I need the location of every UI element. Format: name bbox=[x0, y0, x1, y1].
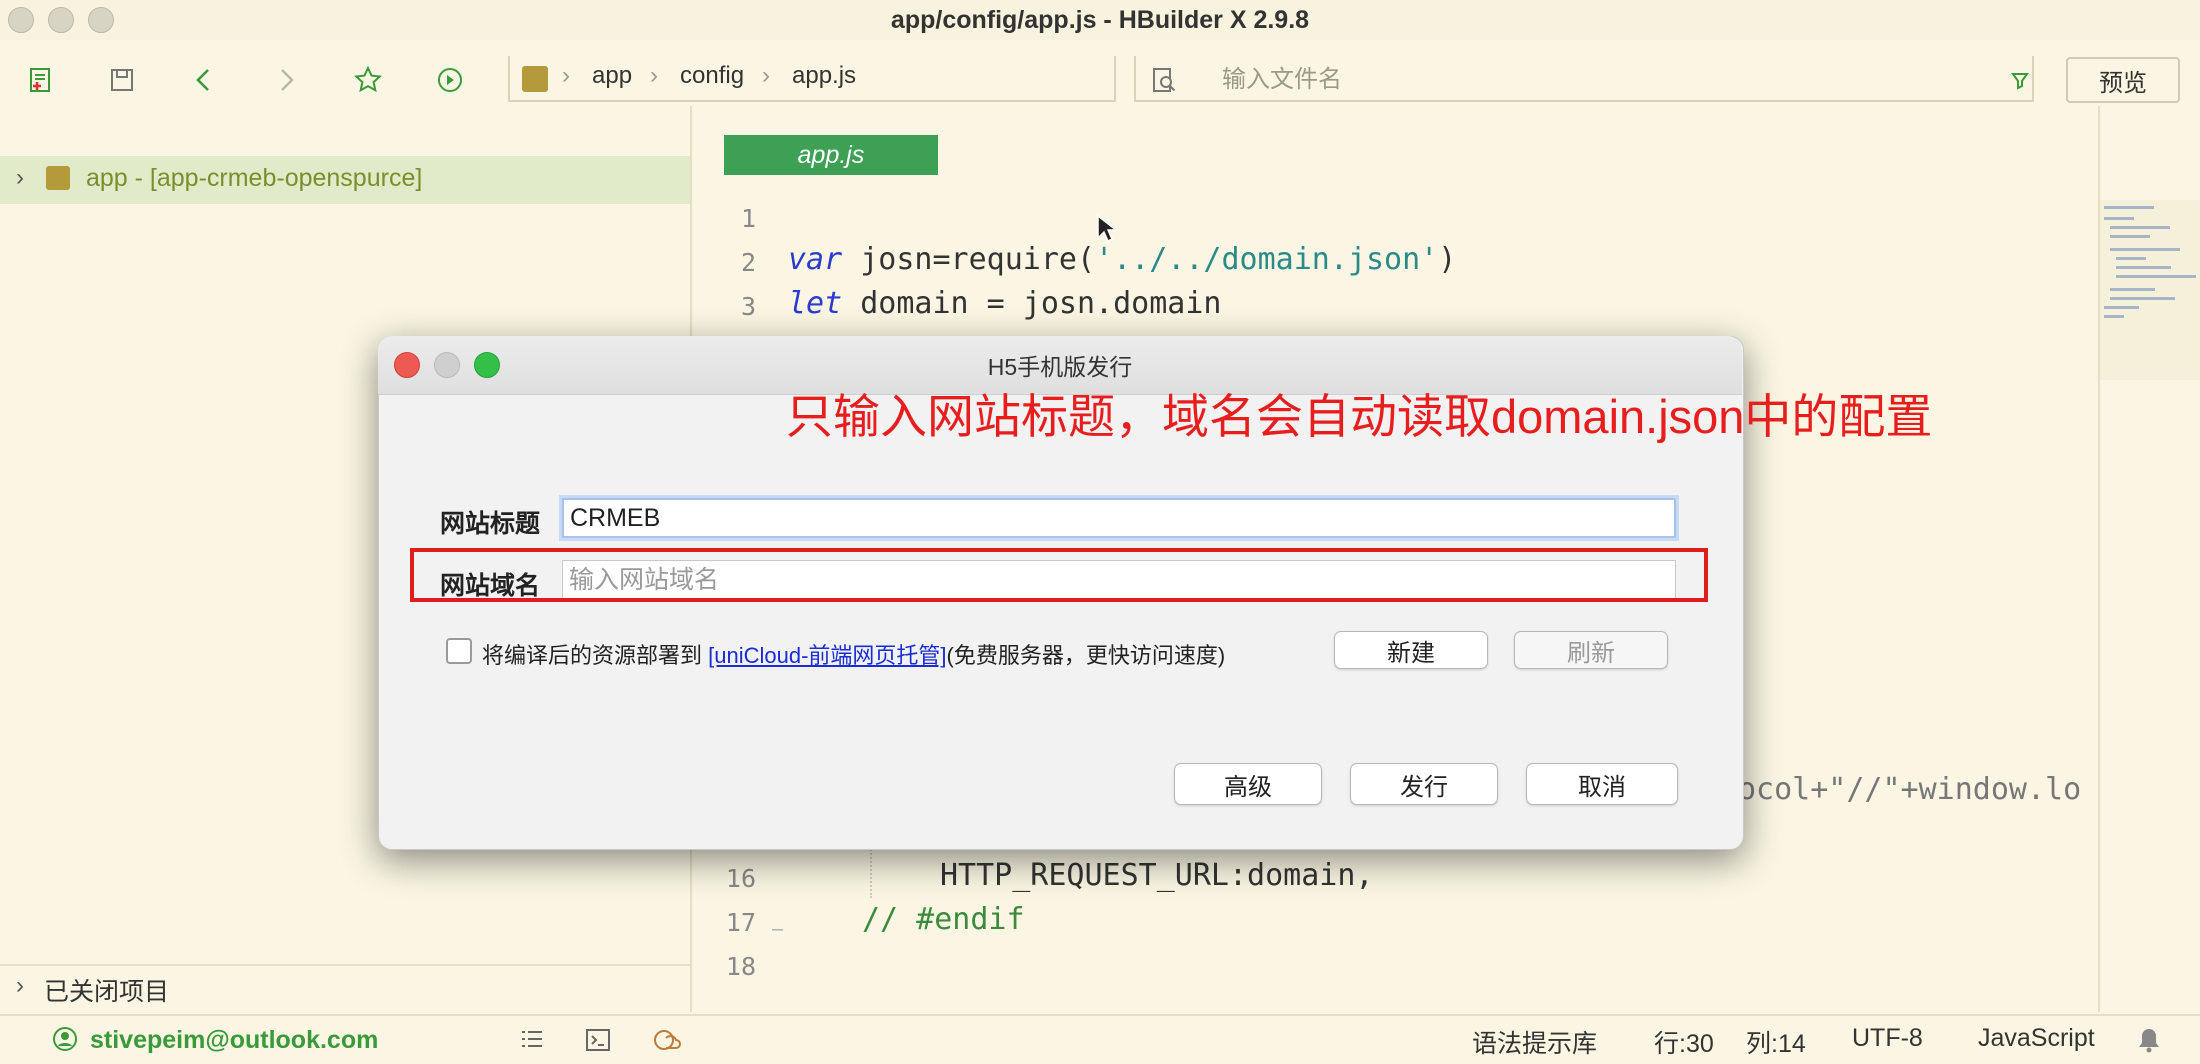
editor-tab-appjs[interactable]: app.js bbox=[724, 135, 938, 175]
star-icon[interactable] bbox=[348, 60, 388, 100]
line-number: 1 bbox=[740, 204, 756, 233]
dialog-title: H5手机版发行 bbox=[987, 354, 1133, 380]
window-title: app/config/app.js - HBuilder X 2.9.8 bbox=[890, 6, 1310, 34]
closed-projects-label: 已关闭项目 bbox=[44, 978, 170, 1006]
code-line: let domain = josn.domain bbox=[788, 286, 1221, 321]
language-mode[interactable]: JavaScript bbox=[1978, 1024, 2095, 1053]
cloud-icon[interactable] bbox=[652, 1026, 682, 1054]
code-line: var josn=require('../../domain.json') bbox=[788, 242, 1456, 277]
cancel-button[interactable]: 取消 bbox=[1526, 763, 1678, 805]
user-account[interactable]: stivepeim@outlook.com bbox=[90, 1026, 378, 1055]
line-number: 2 bbox=[740, 248, 756, 277]
back-icon[interactable] bbox=[184, 60, 224, 100]
breadcrumb-item-app[interactable]: app bbox=[592, 62, 632, 90]
advanced-button[interactable]: 高级 bbox=[1174, 763, 1322, 805]
indent-guide bbox=[870, 846, 874, 898]
line-number: 16 bbox=[725, 864, 756, 893]
bell-icon[interactable] bbox=[2136, 1026, 2162, 1054]
deploy-prefix: 将编译后的资源部署到 bbox=[482, 643, 703, 668]
code-keyword: var bbox=[788, 242, 843, 277]
project-label: app - [app-crmeb-openspurce] bbox=[86, 164, 423, 192]
line-number: 3 bbox=[740, 292, 756, 321]
deploy-unicloud-checkbox[interactable] bbox=[446, 638, 472, 664]
user-icon[interactable] bbox=[52, 1026, 78, 1052]
code-text: domain = josn.domain bbox=[842, 286, 1222, 321]
project-icon bbox=[46, 166, 70, 190]
save-icon[interactable] bbox=[102, 60, 142, 100]
expand-chevron-icon[interactable]: › bbox=[16, 972, 24, 1000]
file-encoding[interactable]: UTF-8 bbox=[1852, 1024, 1923, 1053]
breadcrumb-item-config[interactable]: config bbox=[680, 62, 744, 90]
syntax-library[interactable]: 语法提示库 bbox=[1472, 1024, 1597, 1060]
line-number: 17 bbox=[725, 908, 756, 937]
site-title-label: 网站标题 bbox=[440, 510, 541, 538]
cursor-column[interactable]: 列:14 bbox=[1746, 1024, 1806, 1060]
site-title-input[interactable] bbox=[562, 498, 1676, 538]
annotation-highlight-box bbox=[410, 548, 1708, 602]
code-text: josn=require( bbox=[842, 242, 1096, 277]
code-keyword: let bbox=[788, 286, 843, 321]
preview-button[interactable]: 预览 bbox=[2066, 57, 2180, 103]
list-icon[interactable] bbox=[518, 1026, 546, 1054]
deploy-suffix: (免费服务器，更快访问速度) bbox=[946, 643, 1226, 668]
new-button[interactable]: 新建 bbox=[1334, 631, 1488, 669]
publish-button[interactable]: 发行 bbox=[1350, 763, 1498, 805]
filter-icon[interactable] bbox=[2000, 60, 2040, 100]
line-number: 18 bbox=[725, 952, 756, 981]
code-line-partial: ocol+"//"+window.lo bbox=[1738, 772, 2082, 807]
breadcrumb-item-file[interactable]: app.js bbox=[792, 62, 856, 90]
run-icon[interactable] bbox=[430, 60, 470, 100]
expand-chevron-icon[interactable]: › bbox=[16, 164, 24, 192]
breadcrumb-separator-icon: › bbox=[650, 62, 658, 89]
minimap[interactable] bbox=[2098, 200, 2200, 380]
refresh-button[interactable]: 刷新 bbox=[1514, 631, 1668, 669]
breadcrumb-separator-icon: › bbox=[562, 62, 570, 89]
code-line: HTTP_REQUEST_URL:domain, bbox=[940, 858, 1374, 893]
mouse-cursor-icon bbox=[1096, 214, 1119, 244]
annotation-note: 只输入网站标题，域名会自动读取domain.json中的配置 bbox=[786, 390, 1933, 443]
unicloud-hosting-link[interactable]: [uniCloud-前端网页托管] bbox=[708, 643, 946, 668]
project-icon bbox=[522, 66, 548, 92]
deploy-option-label: 将编译后的资源部署到 [uniCloud-前端网页托管](免费服务器，更快访问速… bbox=[482, 638, 1225, 670]
code-string: '../../domain.json' bbox=[1095, 242, 1439, 277]
code-text: ) bbox=[1438, 242, 1457, 277]
new-file-icon[interactable] bbox=[20, 60, 60, 100]
fold-marker-icon[interactable]: – bbox=[772, 918, 783, 941]
file-search-icon bbox=[1144, 60, 1184, 100]
breadcrumb-separator-icon: › bbox=[762, 62, 770, 89]
forward-icon[interactable] bbox=[266, 60, 306, 100]
code-comment: // #endif bbox=[862, 902, 1025, 937]
file-search-input[interactable] bbox=[1220, 62, 1984, 98]
terminal-icon[interactable] bbox=[584, 1026, 612, 1054]
cursor-row[interactable]: 行:30 bbox=[1654, 1024, 1714, 1060]
